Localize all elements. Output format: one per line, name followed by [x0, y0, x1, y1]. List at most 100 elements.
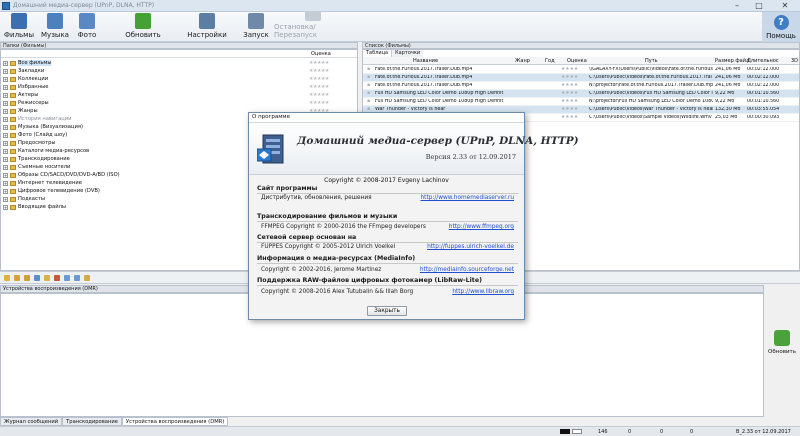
- photo-button[interactable]: Фото: [72, 11, 102, 41]
- tree-item[interactable]: + Закладки ★★★★★: [1, 67, 357, 75]
- tree-item[interactable]: + Режиссеры ★★★★★: [1, 99, 357, 107]
- expand-icon[interactable]: +: [3, 156, 8, 162]
- tree-item[interactable]: + Коллекции ★★★★★: [1, 75, 357, 83]
- expand-icon[interactable]: +: [3, 180, 8, 186]
- status-indicator-dark: [560, 429, 570, 434]
- expand-icon[interactable]: +: [3, 60, 8, 66]
- col-size[interactable]: Размер файл: [715, 58, 749, 64]
- refresh-icon: [135, 13, 151, 29]
- col-path[interactable]: Путь: [645, 58, 658, 64]
- folder-open-icon[interactable]: [24, 274, 30, 281]
- cell-size: 9,22 Мб: [715, 91, 735, 96]
- folder-icon: [10, 108, 16, 114]
- minimize-button[interactable]: –: [726, 0, 748, 12]
- mediainfo-link[interactable]: http://mediainfo.sourceforge.net: [420, 267, 514, 273]
- divider: [257, 221, 518, 222]
- close-window-button[interactable]: ✕: [770, 0, 800, 12]
- rating-stars[interactable]: ★★★★★: [309, 92, 329, 98]
- divider: [257, 242, 518, 243]
- status-zero-3: 0: [690, 429, 694, 435]
- star-icon[interactable]: [44, 274, 50, 281]
- site-heading: Сайт программы: [257, 185, 318, 192]
- folders-header: Папки (Фильмы): [0, 42, 358, 49]
- expand-icon[interactable]: +: [3, 172, 8, 178]
- stop-restart-button[interactable]: Остановка/Перезапуск: [274, 11, 352, 41]
- table-row[interactable]: ▪ Fate.of.the.Furious.2017.Trailer.Dub.mp…: [363, 82, 799, 90]
- expand-icon[interactable]: +: [3, 116, 8, 122]
- libraw-link[interactable]: http://www.libraw.org: [452, 289, 514, 295]
- delete-icon[interactable]: [54, 274, 60, 281]
- cell-size: 9,22 Мб: [715, 99, 735, 104]
- rating-stars[interactable]: ★★★★★: [309, 100, 329, 106]
- expand-icon[interactable]: +: [3, 140, 8, 146]
- refresh-button[interactable]: Обновить: [116, 11, 170, 41]
- folder-edit-icon[interactable]: [84, 274, 90, 281]
- tree-item-label: Актеры: [18, 92, 39, 98]
- expand-icon[interactable]: +: [3, 92, 8, 98]
- site-link[interactable]: http://www.homemediaserver.ru: [421, 195, 515, 201]
- col-duration[interactable]: Длительнос: [747, 58, 779, 64]
- help-button[interactable]: ? Помощь: [762, 12, 800, 42]
- table-row[interactable]: ▪ Fate.of.the.Furious.2017.Trailer.Dub.mp…: [363, 74, 799, 82]
- tree-item[interactable]: + Актеры ★★★★★: [1, 91, 357, 99]
- expand-icon[interactable]: +: [3, 204, 8, 210]
- folder-add-icon[interactable]: [14, 274, 20, 281]
- expand-icon[interactable]: +: [3, 108, 8, 114]
- expand-icon[interactable]: +: [3, 148, 8, 154]
- dialog-banner: Домашний медиа-сервер (UPnP, DLNA, HTTP)…: [249, 123, 579, 175]
- folder-icon: [10, 148, 16, 154]
- transcoding-heading: Транскодирование фильмов и музыки: [257, 213, 398, 220]
- tree-item[interactable]: + Все фильмы ★★★★★: [1, 59, 357, 67]
- expand-icon[interactable]: +: [3, 84, 8, 90]
- rating-column[interactable]: Оценка: [311, 51, 331, 57]
- rating-stars[interactable]: ★★★★★: [309, 76, 329, 82]
- music-icon: [47, 13, 63, 29]
- refresh-label: Обновить: [125, 31, 161, 39]
- cell-path: N:\projector\Full HD Samsung LED Color D…: [589, 99, 713, 104]
- col-genre[interactable]: Жанр: [515, 58, 530, 64]
- start-button[interactable]: Запуск: [238, 11, 274, 41]
- tree-item-label: Подкасты: [18, 196, 45, 202]
- status-zero-1: 0: [628, 429, 632, 435]
- music-button[interactable]: Музыка: [38, 11, 72, 41]
- fuppes-link[interactable]: http://fuppes.ulrich-voelkel.de: [427, 244, 514, 250]
- expand-icon[interactable]: +: [3, 188, 8, 194]
- ffmpeg-link[interactable]: http://www.ffmpeg.org: [449, 224, 514, 230]
- cell-duration: 00:01:10.560: [747, 99, 780, 104]
- tab-transcoding[interactable]: Транскодирование: [62, 417, 122, 426]
- tab-table[interactable]: Таблица: [363, 50, 393, 57]
- tree-item[interactable]: + Избранные ★★★★★: [1, 83, 357, 91]
- tab-log[interactable]: Журнал сообщений: [0, 417, 63, 426]
- table-row[interactable]: ▪ Full HD Samsung LED Color Demo 1080p Hi…: [363, 90, 799, 98]
- expand-icon[interactable]: +: [3, 196, 8, 202]
- col-year[interactable]: Год: [545, 58, 555, 64]
- settings-button[interactable]: Настройки: [182, 11, 232, 41]
- tab-dmr[interactable]: Устройства воспроизведения (DMR): [121, 417, 229, 426]
- table-row[interactable]: ▪ Fate.of.the.Furious.2017.Trailer.Dub.mp…: [363, 66, 799, 74]
- move-up-icon[interactable]: [64, 274, 70, 281]
- move-down-icon[interactable]: [74, 274, 80, 281]
- expand-icon[interactable]: +: [3, 164, 8, 170]
- expand-icon[interactable]: +: [3, 68, 8, 74]
- expand-icon[interactable]: +: [3, 76, 8, 82]
- rating-stars[interactable]: ★★★★★: [309, 68, 329, 74]
- maximize-button[interactable]: □: [748, 0, 770, 12]
- films-button[interactable]: Фильмы: [0, 11, 38, 41]
- col-3d[interactable]: 3D: [791, 58, 798, 64]
- tree-item-label: Закладки: [18, 68, 45, 74]
- table-row[interactable]: ▪ Full HD Samsung LED Color Demo 1080p Hi…: [363, 98, 799, 106]
- tab-cards[interactable]: Карточки: [392, 50, 424, 57]
- rating-stars[interactable]: ★★★★★: [309, 84, 329, 90]
- cell-duration: 00:01:10.560: [747, 91, 780, 96]
- col-name[interactable]: Название: [413, 58, 438, 64]
- folder-icon[interactable]: [4, 274, 10, 281]
- close-dialog-button[interactable]: Закрыть: [367, 306, 407, 316]
- expand-icon[interactable]: +: [3, 124, 8, 130]
- col-rating[interactable]: Оценка: [567, 58, 587, 64]
- refresh-icon: [774, 330, 790, 346]
- bookmark-icon[interactable]: [34, 274, 40, 281]
- rating-stars[interactable]: ★★★★★: [309, 60, 329, 66]
- expand-icon[interactable]: +: [3, 132, 8, 138]
- expand-icon[interactable]: +: [3, 100, 8, 106]
- dmr-refresh-button[interactable]: Обновить: [764, 330, 800, 370]
